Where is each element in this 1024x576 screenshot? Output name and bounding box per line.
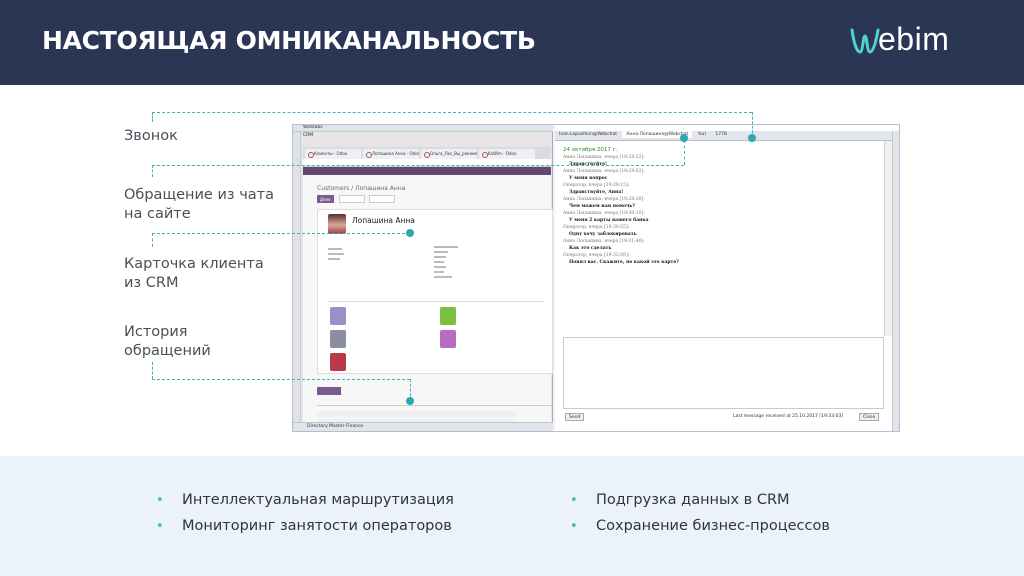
app-screenshot: Webtabs CRM Клиенты - Odoo Лопашина Анна… xyxy=(292,124,900,432)
chat-tab[interactable]: 1778 xyxy=(711,131,730,138)
connector-call xyxy=(152,112,153,122)
chat-side-rail xyxy=(892,131,899,431)
chat-log: 24 октября 2017 г. Анна Лопашина, вчера … xyxy=(563,147,883,335)
client-name: Лопашина Анна xyxy=(352,216,415,225)
chat-tab[interactable]: Ivan.Lopushkin@Webchat xyxy=(555,131,621,138)
bullet-icon: • xyxy=(570,493,578,508)
card-field xyxy=(328,253,344,255)
card-field xyxy=(328,258,340,260)
chat-sender: Анна Лопашина, вчера [19:28:52]: xyxy=(563,155,645,160)
browser-tab[interactable]: Ольга_Лос_Вы_рекомендуем xyxy=(421,149,477,159)
page-title: НАСТОЯЩАЯ ОМНИКАНАЛЬНОСТЬ xyxy=(42,26,536,55)
card-field xyxy=(434,246,458,248)
history-divider xyxy=(317,405,553,406)
feature-item: • Мониторинг занятости операторов xyxy=(156,518,452,534)
connector-dot xyxy=(680,134,688,142)
bullet-icon: • xyxy=(570,519,578,534)
chat-sender: Анна Лопашина, вчера [19:29:02]: xyxy=(563,169,645,174)
label-crm-card: Карточка клиента из CRM xyxy=(124,256,264,291)
close-button[interactable]: Close xyxy=(859,413,880,421)
chat-message: Чем можем вам помочь? xyxy=(569,204,635,209)
card-field xyxy=(434,256,446,258)
connector-chat xyxy=(684,140,685,165)
chat-status: Last message received at 25.10.2017 [19:… xyxy=(733,414,844,419)
client-avatar xyxy=(328,214,346,234)
connector-chat xyxy=(152,165,153,177)
connector-history xyxy=(152,379,410,380)
chat-sender: Анна Лопашина, вчера [19:29:30]: xyxy=(563,197,645,202)
history-item xyxy=(317,411,517,417)
card-field xyxy=(434,276,452,278)
chat-input[interactable] xyxy=(563,337,884,409)
logo-text: ebim xyxy=(878,21,950,57)
bullet-icon: • xyxy=(156,519,164,534)
crm-dropdown[interactable] xyxy=(339,195,365,203)
connector-chat xyxy=(152,165,684,166)
label-history: История обращений xyxy=(124,324,211,359)
crm-window-tabbar: Webtabs xyxy=(293,125,553,132)
crm-dropdown[interactable] xyxy=(369,195,395,203)
crm-app: Customers / Лопашина Анна Дело Лопашина … xyxy=(303,167,553,431)
browser-tab[interactable]: KaWim - Odoo xyxy=(479,149,535,159)
contact-avatar xyxy=(330,353,346,371)
crm-action-button[interactable]: Дело xyxy=(317,195,334,203)
chat-window: Ivan.Lopushkin@Webchat Анна.Лопашина@Web… xyxy=(555,125,899,431)
card-subtabs[interactable] xyxy=(328,294,544,302)
header-bar: НАСТОЯЩАЯ ОМНИКАНАЛЬНОСТЬ ebim xyxy=(0,0,1024,85)
contact-avatar xyxy=(330,307,346,325)
card-field xyxy=(434,271,444,273)
chat-message: Понял вас. Скажите, по какой это карте? xyxy=(569,260,679,265)
chat-sender: Оператор, вчера [19:30:55]: xyxy=(563,225,630,230)
chat-sender: Оператор, вчера [19:32:09]: xyxy=(563,253,630,258)
crm-topbar xyxy=(303,167,551,175)
crm-side-rail xyxy=(293,132,301,431)
connector-crm xyxy=(152,233,410,234)
card-field xyxy=(434,261,444,263)
chat-message: Здравствуйте, Анна! xyxy=(569,190,624,195)
card-field xyxy=(328,248,342,250)
features-panel: • Интеллектуальная маршрутизация • Монитор… xyxy=(0,456,1024,576)
browser-tab[interactable]: Клиенты - Odoo xyxy=(305,149,361,159)
breadcrumb[interactable]: Customers / Лопашина Анна xyxy=(317,185,405,192)
chat-scrollbar[interactable] xyxy=(884,141,892,336)
chat-message: Одну хочу заблокировать xyxy=(569,232,637,237)
card-field xyxy=(434,251,448,253)
chat-bottom-bar: Send Last message received at 25.10.2017… xyxy=(563,412,884,424)
chat-tab[interactable]: Yuri xyxy=(694,131,710,138)
feature-item: • Подгрузка данных в CRM xyxy=(570,492,790,508)
chat-message: У меня 2 карты вашего банка xyxy=(569,218,649,223)
connector-dot xyxy=(748,134,756,142)
connector-dot xyxy=(406,397,414,405)
feature-item: • Интеллектуальная маршрутизация xyxy=(156,492,454,508)
crm-window-tab[interactable]: Webtabs xyxy=(303,125,323,130)
connector-dot xyxy=(406,229,414,237)
label-chat-request: Обращение из чата на сайте xyxy=(124,187,274,222)
send-button[interactable]: Send xyxy=(565,413,585,421)
browser-tab[interactable]: Лопашина Анна - Odoo xyxy=(363,149,419,159)
connector-call xyxy=(152,112,752,113)
chat-sender: Анна Лопашина, вчера [19:30:10]: xyxy=(563,211,645,216)
chat-message: У меня вопрос xyxy=(569,176,608,181)
connector-crm xyxy=(152,233,153,247)
webim-w-icon xyxy=(850,28,880,54)
feature-item: • Сохранение бизнес-процессов xyxy=(570,518,830,534)
contact-avatar xyxy=(440,330,456,348)
bullet-icon: • xyxy=(156,493,164,508)
crm-window: Webtabs CRM Клиенты - Odoo Лопашина Анна… xyxy=(293,125,553,431)
chat-sender: Оператор, вчера [19:29:15]: xyxy=(563,183,630,188)
crm-footer: Directory Master Finance xyxy=(293,422,553,431)
webim-logo: ebim xyxy=(850,20,990,66)
contact-avatar xyxy=(440,307,456,325)
crm-new-message-button[interactable] xyxy=(317,387,341,395)
label-call: Звонок xyxy=(124,128,178,144)
chat-date: 24 октября 2017 г. xyxy=(563,147,618,153)
card-field xyxy=(434,266,446,268)
connector-history xyxy=(152,362,153,379)
crm-window-title: CRM xyxy=(303,133,314,138)
chat-tabbar: Ivan.Lopushkin@Webchat Анна.Лопашина@Web… xyxy=(555,131,899,141)
chat-sender: Анна Лопашина, вчера [19:31:40]: xyxy=(563,239,645,244)
chat-message: Как это сделать xyxy=(569,246,612,251)
browser-tabstrip: Клиенты - Odoo Лопашина Анна - Odoo Ольг… xyxy=(303,147,551,159)
contact-avatar xyxy=(330,330,346,348)
